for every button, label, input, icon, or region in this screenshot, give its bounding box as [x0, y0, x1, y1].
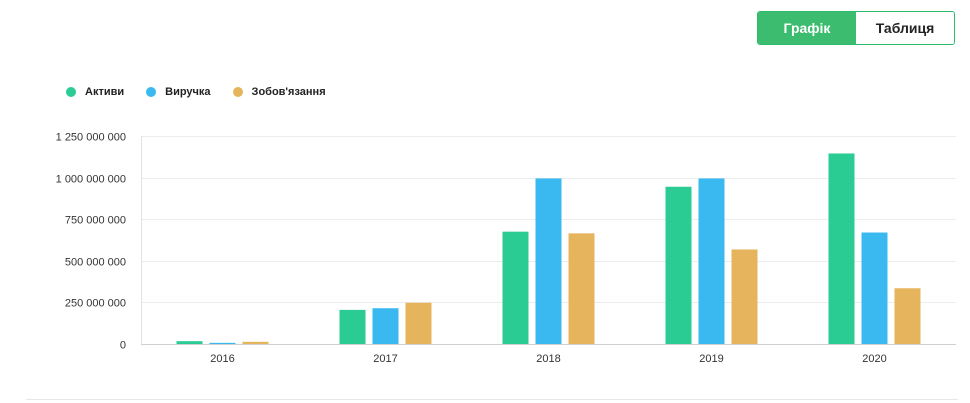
bar-2017-revenue — [372, 308, 399, 344]
y-tick-label: 1 000 000 000 — [56, 174, 126, 186]
bar-2020-revenue — [861, 232, 888, 344]
bar-2016-liabilities — [242, 341, 269, 344]
x-tick-label: 2020 — [862, 353, 886, 365]
bar-2020-liabilities — [894, 288, 921, 344]
y-tick-label: 1 250 000 000 — [56, 132, 126, 144]
y-tick-label: 750 000 000 — [65, 215, 126, 227]
x-tick-label: 2018 — [536, 353, 560, 365]
y-tick-label: 250 000 000 — [65, 298, 126, 310]
y-tick-label: 0 — [120, 340, 126, 352]
bar-2018-revenue — [535, 178, 562, 344]
bar-2019-assets — [665, 186, 692, 344]
bar-2020-assets — [828, 153, 855, 344]
bar-2018-liabilities — [568, 233, 595, 344]
x-tick-label: 2019 — [699, 353, 723, 365]
x-tick-label: 2017 — [373, 353, 397, 365]
bar-2016-assets — [176, 341, 203, 344]
x-tick-label: 2016 — [210, 353, 234, 365]
bar-2016-revenue — [209, 342, 236, 344]
bar-2019-revenue — [698, 178, 725, 344]
bar-2017-liabilities — [405, 302, 432, 344]
bar-2019-liabilities — [731, 249, 758, 344]
bar-chart: 0 250 000 000 500 000 000 750 000 000 1 000 … — [56, 132, 956, 365]
y-tick-label: 500 000 000 — [65, 257, 126, 269]
bar-2018-assets — [502, 231, 529, 344]
bar-2017-assets — [339, 309, 366, 344]
section-divider — [26, 399, 958, 400]
